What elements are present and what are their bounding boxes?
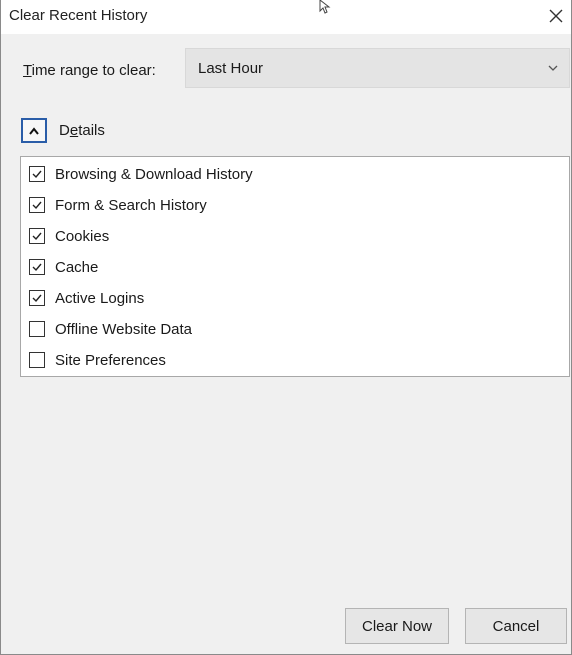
list-item[interactable]: Form & Search History: [29, 192, 549, 218]
list-item-label: Active Logins: [55, 289, 145, 307]
cancel-button[interactable]: Cancel: [465, 608, 567, 644]
checkmark-icon: [32, 294, 42, 303]
list-item[interactable]: Offline Website Data: [29, 316, 549, 342]
checkmark-icon: [32, 170, 42, 179]
checkmark-icon: [32, 232, 42, 241]
checkmark-icon: [32, 263, 42, 272]
time-range-select[interactable]: Last Hour: [185, 48, 570, 88]
time-range-selected-value: Last Hour: [198, 60, 264, 77]
checkbox[interactable]: [29, 290, 45, 306]
list-item[interactable]: Cache: [29, 254, 549, 280]
title-bar: Clear Recent History: [1, 0, 571, 34]
list-item-label: Offline Website Data: [55, 320, 193, 338]
mouse-cursor-icon: [319, 0, 331, 14]
close-button[interactable]: [541, 2, 571, 30]
time-range-label: Time range to clear:: [23, 62, 156, 79]
list-item[interactable]: Cookies: [29, 223, 549, 249]
details-label: Details: [59, 122, 105, 139]
chevron-down-icon: [548, 65, 558, 71]
dialog-title: Clear Recent History: [9, 7, 148, 24]
chevron-up-icon: [29, 126, 39, 135]
clear-history-dialog: Clear Recent History Time range to clear…: [0, 0, 572, 655]
list-item[interactable]: Active Logins: [29, 285, 549, 311]
list-item[interactable]: Browsing & Download History: [29, 161, 549, 187]
checkbox[interactable]: [29, 197, 45, 213]
list-item-label: Site Preferences: [55, 351, 166, 369]
list-item-label: Cache: [55, 258, 99, 276]
list-item-label: Form & Search History: [55, 196, 207, 214]
clear-now-button[interactable]: Clear Now: [345, 608, 449, 644]
items-to-clear-list: Browsing & Download History Form & Search…: [20, 156, 570, 377]
checkmark-icon: [32, 201, 42, 210]
checkbox[interactable]: [29, 321, 45, 337]
list-item-label: Browsing & Download History: [55, 165, 253, 183]
checkbox[interactable]: [29, 352, 45, 368]
checkbox[interactable]: [29, 166, 45, 182]
list-item-label: Cookies: [55, 227, 110, 245]
details-toggle-button[interactable]: [21, 118, 47, 143]
close-icon: [549, 9, 563, 23]
list-item[interactable]: Site Preferences: [29, 347, 549, 373]
checkbox[interactable]: [29, 259, 45, 275]
checkbox[interactable]: [29, 228, 45, 244]
